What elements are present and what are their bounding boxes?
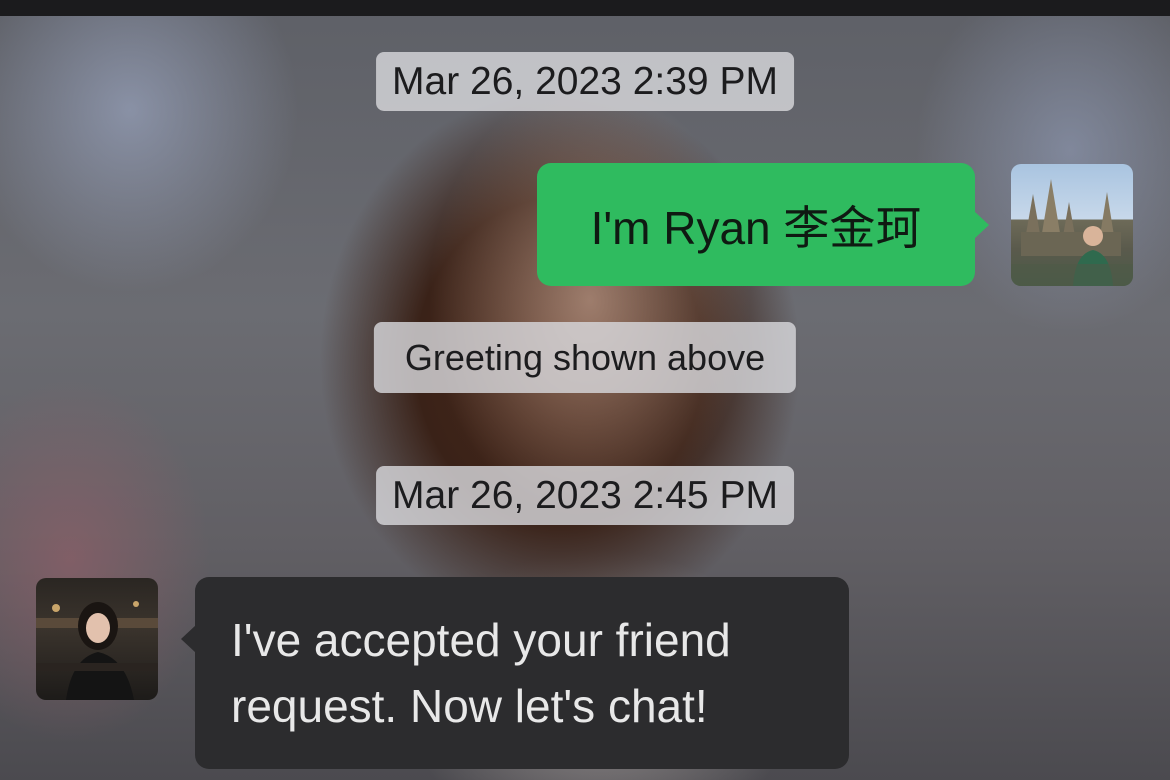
chat-screen: Mar 26, 2023 2:39 PM I'm Ryan 李金珂 Greeti… <box>0 0 1170 780</box>
portrait-photo-icon <box>36 601 158 700</box>
message-text-line: I've accepted your friend <box>231 614 731 666</box>
system-note: Greeting shown above <box>373 322 797 393</box>
message-text-line: request. Now let's chat! <box>231 680 708 732</box>
top-bar <box>0 0 1170 16</box>
my-avatar[interactable] <box>1011 164 1133 286</box>
message-text: I'm Ryan 李金珂 <box>590 201 922 254</box>
contact-avatar[interactable] <box>36 578 158 700</box>
incoming-message-bubble[interactable]: I've accepted your friend request. Now l… <box>181 577 849 769</box>
timestamp: Mar 26, 2023 2:39 PM <box>376 52 794 111</box>
timestamp: Mar 26, 2023 2:45 PM <box>376 466 794 525</box>
castle-photo-icon <box>1011 179 1133 286</box>
outgoing-message-bubble[interactable]: I'm Ryan 李金珂 <box>537 163 989 286</box>
